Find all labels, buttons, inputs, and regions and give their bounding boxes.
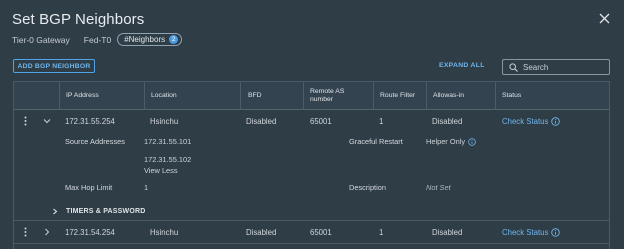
neighbors-tag-label: #Neighbors	[124, 35, 166, 44]
description-value: Not Set	[426, 183, 451, 192]
chevron-down-icon[interactable]	[43, 117, 51, 125]
ip-address-cell: 172.31.55.254	[65, 116, 115, 126]
location-cell: Hsinchu	[150, 227, 179, 237]
max-hop-limit-label: Max Hop Limit	[65, 183, 113, 192]
view-less-link[interactable]: View Less	[144, 166, 178, 175]
timers-password-toggle[interactable]: TIMERS & PASSWORD	[52, 208, 146, 215]
info-icon[interactable]	[468, 137, 476, 146]
bfd-cell: Disabled	[246, 116, 277, 126]
location-cell: Hsinchu	[150, 116, 179, 126]
kebab-menu-icon[interactable]	[24, 116, 27, 126]
route-filter-cell[interactable]: 1	[379, 110, 383, 132]
column-bfd[interactable]: BFD	[240, 82, 303, 110]
gateway-info: Tier-0 Gateway Fed-T0 #Neighbors 2	[12, 33, 183, 46]
column-allowas-in[interactable]: Allowas-in	[426, 82, 495, 110]
search-input[interactable]: Search	[502, 59, 610, 75]
neighbors-tag[interactable]: #Neighbors 2	[117, 33, 183, 46]
gateway-label: Tier-0 Gateway	[12, 34, 70, 45]
info-icon[interactable]	[551, 227, 561, 237]
remote-as-cell: 65001	[310, 116, 332, 126]
graceful-restart-value: Helper Only	[426, 137, 476, 146]
chevron-right-icon[interactable]	[43, 228, 51, 236]
allowas-in-cell: Disabled	[432, 116, 463, 126]
column-status[interactable]: Status	[495, 82, 609, 110]
row-divider	[14, 243, 609, 244]
graceful-restart-label: Graceful Restart	[349, 137, 403, 146]
ip-address-cell: 172.31.54.254	[65, 227, 115, 237]
close-icon[interactable]	[598, 12, 611, 25]
check-status-label: Check Status	[502, 116, 549, 126]
check-status-link[interactable]: Check Status	[502, 221, 561, 243]
kebab-menu-icon[interactable]	[24, 227, 27, 237]
graceful-restart-text: Helper Only	[426, 137, 466, 146]
column-remote-as[interactable]: Remote AS number	[303, 82, 373, 110]
column-location[interactable]: Location	[144, 82, 240, 110]
check-status-label: Check Status	[502, 227, 549, 237]
chevron-right-icon	[53, 208, 58, 215]
bgp-neighbors-table: IP Address Location BFD Remote AS number…	[13, 81, 610, 249]
column-route-filter[interactable]: Route Filter	[373, 82, 426, 110]
check-status-link[interactable]: Check Status	[502, 110, 561, 132]
allowas-in-cell: Disabled	[432, 227, 463, 237]
route-filter-cell[interactable]: 1	[379, 221, 383, 243]
expand-all-link[interactable]: EXPAND ALL	[439, 62, 485, 69]
max-hop-limit-value: 1	[144, 183, 149, 192]
table-header: IP Address Location BFD Remote AS number…	[14, 82, 609, 110]
info-icon[interactable]	[551, 116, 561, 126]
bfd-cell: Disabled	[246, 227, 277, 237]
source-addresses-label: Source Addresses	[65, 137, 125, 146]
search-placeholder: Search	[523, 62, 549, 72]
source-address-2: 172.31.55.102	[144, 155, 192, 164]
source-address-1: 172.31.55.101	[144, 137, 192, 146]
timers-password-label: TIMERS & PASSWORD	[66, 208, 146, 215]
table-row: 172.31.55.254 Hsinchu Disabled 65001 1 D…	[14, 110, 609, 132]
column-remote-as-label: Remote AS number	[310, 88, 345, 103]
table-row: 172.31.54.254 Hsinchu Disabled 65001 1 D…	[14, 221, 609, 243]
remote-as-cell: 65001	[310, 227, 332, 237]
column-ip-address[interactable]: IP Address	[59, 82, 144, 110]
search-icon	[509, 62, 518, 72]
gateway-value: Fed-T0	[83, 34, 112, 45]
description-label: Description	[349, 183, 386, 192]
dialog-title: Set BGP Neighbors	[12, 11, 145, 28]
neighbors-count-badge: 2	[169, 35, 179, 44]
add-bgp-neighbor-button[interactable]: ADD BGP NEIGHBOR	[13, 59, 95, 73]
